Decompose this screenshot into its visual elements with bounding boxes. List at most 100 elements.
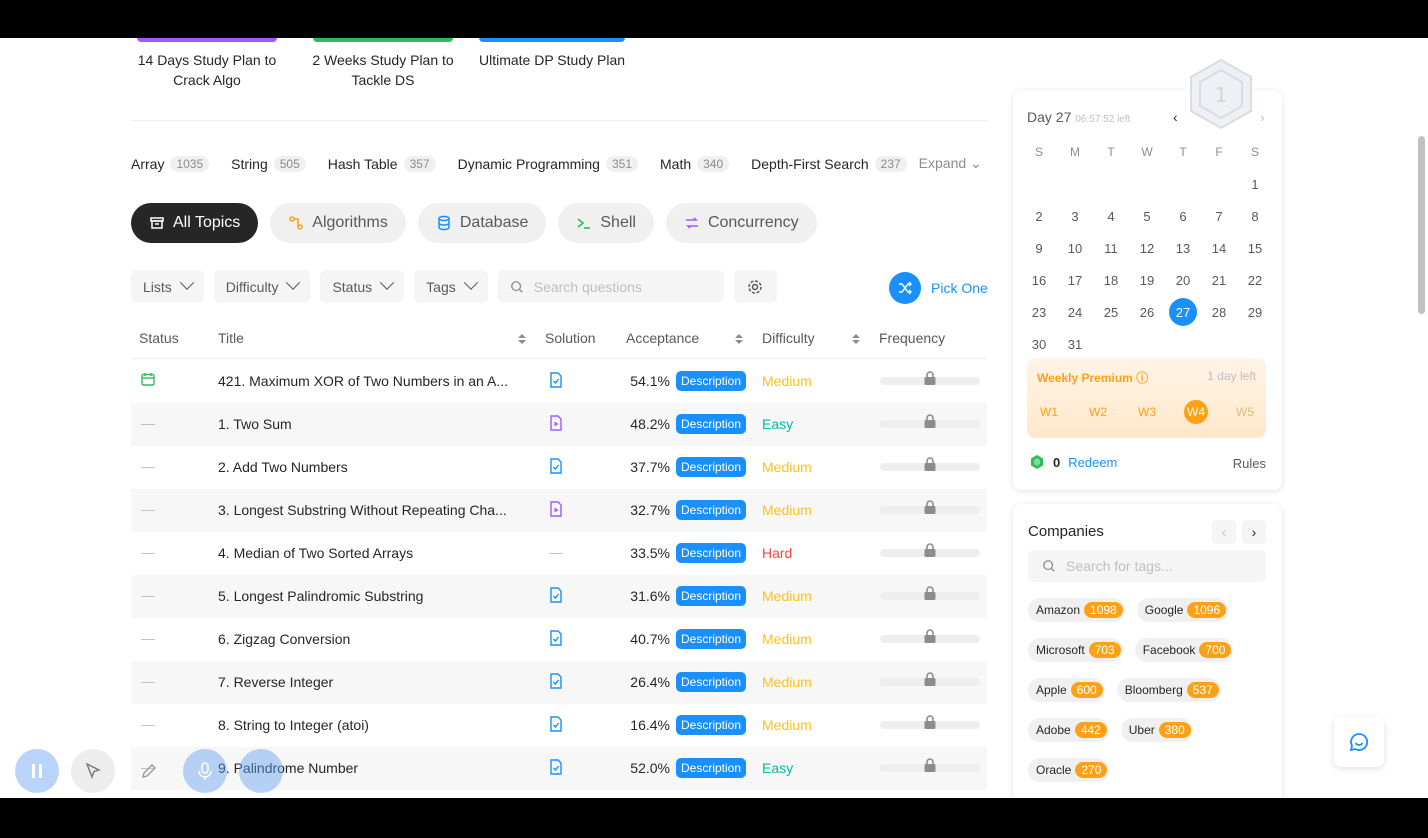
- table-row[interactable]: — 4. Median of Two Sorted Arrays — 33.5% Des…: [131, 532, 987, 575]
- calendar-day[interactable]: 30: [1021, 328, 1057, 360]
- lists-dropdown[interactable]: Lists: [131, 270, 204, 303]
- problem-title[interactable]: 4. Median of Two Sorted Arrays: [218, 545, 523, 561]
- category-database[interactable]: Database: [417, 203, 547, 243]
- lock-icon[interactable]: [923, 757, 937, 776]
- problem-title[interactable]: 5. Longest Palindromic Substring: [218, 588, 523, 604]
- settings-button[interactable]: [733, 270, 777, 303]
- lock-icon[interactable]: [923, 542, 937, 561]
- calendar-day[interactable]: 2: [1021, 200, 1057, 232]
- calendar-day[interactable]: 19: [1129, 264, 1165, 296]
- study-plan-card[interactable]: 14 Days Study Plan to Crack Algo: [130, 38, 284, 90]
- solution-doc-icon[interactable]: [549, 716, 563, 735]
- calendar-day[interactable]: 14: [1201, 232, 1237, 264]
- feedback-button[interactable]: [1334, 717, 1384, 767]
- company-tag[interactable]: Microsoft 703: [1028, 638, 1123, 662]
- pick-one-button[interactable]: Pick One: [889, 272, 988, 304]
- search-questions-field[interactable]: Search questions: [497, 270, 724, 303]
- solution-doc-icon[interactable]: [549, 372, 563, 391]
- chevron-left-icon[interactable]: ‹: [1212, 520, 1236, 544]
- category-shell[interactable]: Shell: [558, 203, 654, 243]
- topic-tag[interactable]: Math 340: [660, 155, 730, 172]
- table-row[interactable]: — 1. Two Sum 48.2% Description Easy: [131, 403, 987, 446]
- calendar-day[interactable]: 28: [1201, 296, 1237, 328]
- calendar-day[interactable]: 16: [1021, 264, 1057, 296]
- lock-icon[interactable]: [923, 370, 937, 389]
- solution-doc-icon[interactable]: [549, 587, 563, 606]
- topic-tag[interactable]: Hash Table 357: [328, 155, 436, 172]
- calendar-day[interactable]: 21: [1201, 264, 1237, 296]
- calendar-day[interactable]: 17: [1057, 264, 1093, 296]
- category-algorithms[interactable]: Algorithms: [270, 203, 406, 243]
- table-row[interactable]: — 3. Longest Substring Without Repeating …: [131, 489, 987, 532]
- calendar-day[interactable]: 31: [1057, 328, 1093, 360]
- lock-icon[interactable]: [923, 585, 937, 604]
- lock-icon[interactable]: [923, 499, 937, 518]
- lock-icon[interactable]: [923, 714, 937, 733]
- header-difficulty[interactable]: Difficulty: [762, 330, 815, 346]
- calendar-day[interactable]: 29: [1237, 296, 1273, 328]
- company-tag[interactable]: Adobe 442: [1028, 718, 1109, 742]
- company-tag[interactable]: Oracle 270: [1028, 758, 1110, 782]
- week-badge[interactable]: W5: [1233, 400, 1257, 424]
- category-all-topics[interactable]: All Topics: [131, 203, 259, 243]
- study-plan-card[interactable]: Ultimate DP Study Plan: [472, 38, 632, 90]
- week-badge[interactable]: W1: [1037, 400, 1061, 424]
- problem-title[interactable]: 2. Add Two Numbers: [218, 459, 523, 475]
- table-row[interactable]: — 8. String to Integer (atoi) 16.4% Descrip…: [131, 704, 987, 747]
- calendar-day[interactable]: 7: [1201, 200, 1237, 232]
- chevron-right-icon[interactable]: ›: [1242, 520, 1266, 544]
- calendar-day[interactable]: 20: [1165, 264, 1201, 296]
- company-tag[interactable]: Facebook 700: [1134, 638, 1234, 662]
- tags-dropdown[interactable]: Tags: [414, 270, 488, 303]
- calendar-day[interactable]: 25: [1093, 296, 1129, 328]
- company-tag[interactable]: Amazon 1098: [1028, 598, 1125, 622]
- company-tag[interactable]: Bloomberg 537: [1116, 678, 1221, 702]
- table-row[interactable]: — 6. Zigzag Conversion 40.7% Description Med…: [131, 618, 987, 661]
- lock-icon[interactable]: [923, 413, 937, 432]
- table-row[interactable]: 421. Maximum XOR of Two Numbers in an A.…: [131, 360, 987, 403]
- header-acceptance[interactable]: Acceptance: [626, 330, 699, 346]
- chevron-right-icon[interactable]: ›: [1260, 109, 1265, 125]
- problem-title[interactable]: 6. Zigzag Conversion: [218, 631, 523, 647]
- problem-title[interactable]: 421. Maximum XOR of Two Numbers in an A.…: [218, 373, 523, 389]
- expand-button[interactable]: Expand ⌄: [919, 155, 982, 172]
- solution-doc-icon[interactable]: [549, 458, 563, 477]
- table-row[interactable]: — 7. Reverse Integer 26.4% Description Mediu…: [131, 661, 987, 704]
- solution-doc-icon[interactable]: [549, 630, 563, 649]
- topic-tag[interactable]: Dynamic Programming 351: [458, 155, 638, 172]
- calendar-day[interactable]: 1: [1237, 168, 1273, 200]
- calendar-day[interactable]: 26: [1129, 296, 1165, 328]
- solution-doc-icon[interactable]: [549, 673, 563, 692]
- problem-title[interactable]: 7. Reverse Integer: [218, 674, 523, 690]
- rules-link[interactable]: Rules: [1233, 456, 1266, 471]
- camera-button[interactable]: [239, 749, 283, 793]
- calendar-day[interactable]: 4: [1093, 200, 1129, 232]
- calendar-day-today[interactable]: 27: [1165, 296, 1201, 328]
- calendar-day[interactable]: 6: [1165, 200, 1201, 232]
- lock-icon[interactable]: [923, 671, 937, 690]
- category-concurrency[interactable]: Concurrency: [665, 203, 817, 243]
- calendar-day[interactable]: 12: [1129, 232, 1165, 264]
- problem-title[interactable]: 8. String to Integer (atoi): [218, 717, 523, 733]
- study-plan-card[interactable]: 2 Weeks Study Plan to Tackle DS: [306, 38, 460, 90]
- info-icon[interactable]: ⓘ: [1136, 371, 1148, 385]
- topic-tag[interactable]: Depth-First Search 237: [751, 155, 907, 172]
- problem-title[interactable]: 1. Two Sum: [218, 416, 523, 432]
- company-tag[interactable]: Apple 600: [1028, 678, 1105, 702]
- calendar-day[interactable]: 22: [1237, 264, 1273, 296]
- calendar-day[interactable]: 3: [1057, 200, 1093, 232]
- chevron-left-icon[interactable]: ‹: [1173, 109, 1178, 125]
- pause-button[interactable]: [15, 749, 59, 793]
- redeem-link[interactable]: Redeem: [1068, 455, 1117, 470]
- pointer-tool-button[interactable]: [71, 749, 115, 793]
- company-tag[interactable]: Google 1096: [1136, 598, 1229, 622]
- microphone-button[interactable]: [183, 749, 227, 793]
- company-tag[interactable]: Uber 380: [1120, 718, 1193, 742]
- problem-title[interactable]: 3. Longest Substring Without Repeating C…: [218, 502, 523, 518]
- table-row[interactable]: — 5. Longest Palindromic Substring 31.6% De…: [131, 575, 987, 618]
- solution-video-icon[interactable]: [549, 501, 563, 520]
- header-title[interactable]: Title: [218, 330, 244, 346]
- week-badge[interactable]: W3: [1135, 400, 1159, 424]
- header-frequency[interactable]: Frequency: [879, 330, 945, 346]
- topic-tag[interactable]: Array 1035: [131, 155, 210, 172]
